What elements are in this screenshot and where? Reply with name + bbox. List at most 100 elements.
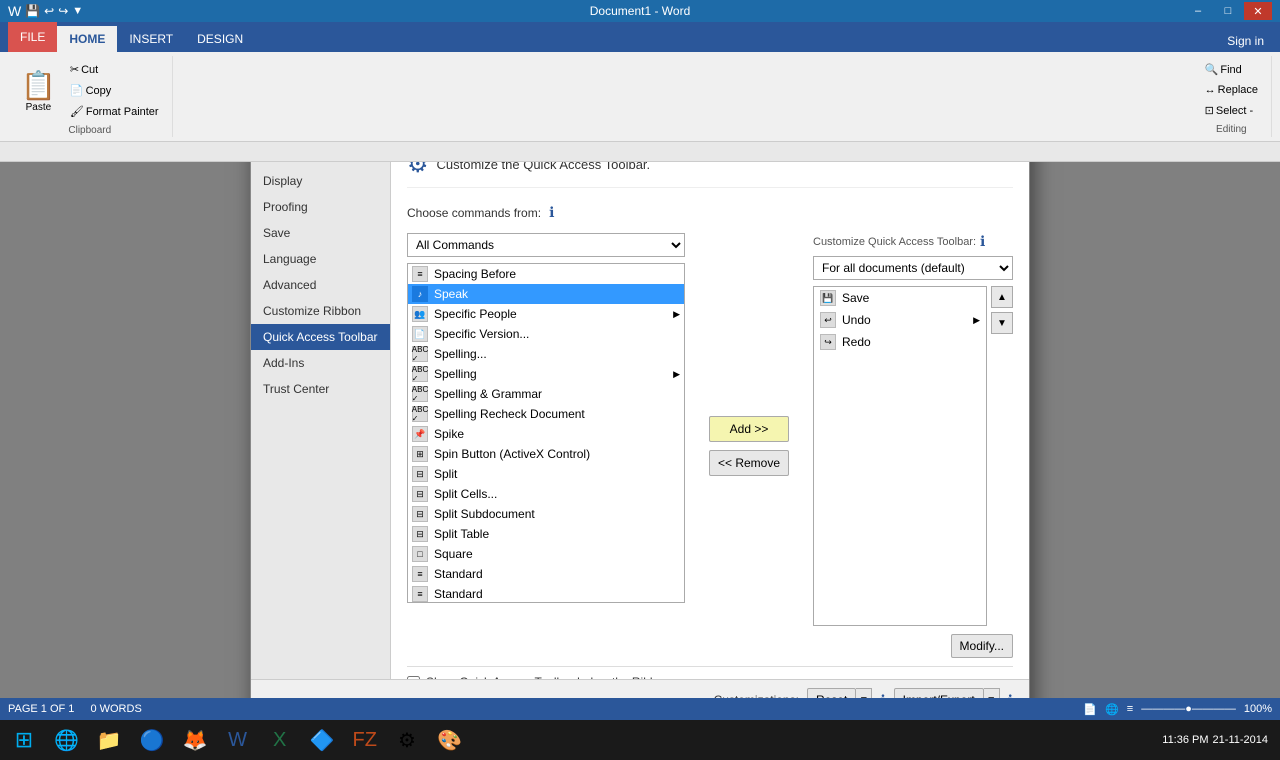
filezilla-icon: FZ — [353, 729, 377, 752]
redo-icon[interactable]: ↪ — [58, 4, 68, 18]
cmd-spin-button-icon: ⊞ — [412, 446, 428, 462]
cmd-spike[interactable]: 📌 Spike — [408, 424, 684, 444]
nav-quick-access-toolbar[interactable]: Quick Access Toolbar — [251, 324, 390, 350]
qa-save[interactable]: 💾 Save — [814, 287, 986, 309]
firefox-icon: 🦊 — [183, 728, 208, 753]
taskbar-excel[interactable]: X — [260, 722, 300, 758]
taskbar-app2[interactable]: ⚙ — [387, 722, 427, 758]
add-button[interactable]: Add >> — [709, 416, 789, 442]
view-icon-web[interactable]: 🌐 — [1105, 703, 1119, 716]
import-export-dropdown-arrow[interactable]: ▼ — [984, 688, 1000, 698]
word-taskbar-icon: W — [228, 729, 247, 752]
taskbar-app1[interactable]: 🔷 — [302, 722, 343, 758]
word-options-dialog: Word Options ? ✕ General Display Proofin… — [250, 162, 1030, 698]
remove-button[interactable]: << Remove — [709, 450, 789, 476]
nav-trust-center[interactable]: Trust Center — [251, 376, 390, 402]
move-up-button[interactable]: ▲ — [991, 286, 1013, 308]
cmd-speak[interactable]: ♪ Speak — [408, 284, 684, 304]
taskbar-app3[interactable]: 🎨 — [429, 722, 470, 758]
undo-icon[interactable]: ↩ — [44, 4, 54, 18]
taskbar-firefox[interactable]: 🦊 — [175, 722, 216, 758]
nav-customize-ribbon[interactable]: Customize Ribbon — [251, 298, 390, 324]
cmd-standard-1[interactable]: ≡ Standard — [408, 564, 684, 584]
sign-in-link[interactable]: Sign in — [1219, 30, 1272, 52]
qa-redo[interactable]: ↪ Redo — [814, 331, 986, 353]
choose-info-icon[interactable]: ℹ — [549, 204, 554, 221]
ribbon: 📋 Paste ✂ Cut 📄 Copy 🖌 Format Painter — [0, 52, 1280, 142]
cmd-split-table[interactable]: ⊟ Split Table — [408, 524, 684, 544]
view-icon-print[interactable]: 📄 — [1083, 703, 1097, 716]
commands-dropdown[interactable]: All Commands — [407, 233, 685, 257]
cmd-split-subdocument[interactable]: ⊟ Split Subdocument — [408, 504, 684, 524]
modify-button[interactable]: Modify... — [951, 634, 1013, 658]
minimize-button[interactable]: – — [1184, 2, 1212, 20]
editing-content: 🔍 Find ↔ Replace ⊡ Select - — [1200, 60, 1263, 120]
select-button[interactable]: ⊡ Select - — [1200, 101, 1263, 120]
reset-dropdown-arrow[interactable]: ▼ — [856, 688, 872, 698]
copy-icon: 📄 — [70, 84, 84, 97]
taskbar-word[interactable]: W — [218, 722, 258, 758]
cmd-square[interactable]: □ Square — [408, 544, 684, 564]
tab-file[interactable]: FILE — [8, 22, 57, 52]
restore-button[interactable]: □ — [1214, 2, 1242, 20]
taskbar-explorer[interactable]: 📁 — [89, 722, 130, 758]
tab-insert[interactable]: INSERT — [117, 26, 185, 52]
nav-save[interactable]: Save — [251, 220, 390, 246]
reset-button[interactable]: Reset — [807, 688, 856, 698]
cmd-specific-people-icon: 👥 — [412, 306, 428, 322]
cmd-spelling-dots[interactable]: ABC✓ Spelling... — [408, 344, 684, 364]
tab-home[interactable]: HOME — [57, 26, 117, 52]
explorer-icon: 📁 — [97, 728, 122, 753]
start-button[interactable]: ⊞ — [4, 722, 44, 758]
import-info-icon[interactable]: ℹ — [1008, 692, 1013, 699]
view-icon-outline[interactable]: ≡ — [1127, 703, 1133, 715]
cmd-spin-button[interactable]: ⊞ Spin Button (ActiveX Control) — [408, 444, 684, 464]
quick-save-icon[interactable]: 💾 — [25, 4, 40, 18]
title-bar: W 💾 ↩ ↪ ▼ Document1 - Word – □ ✕ — [0, 0, 1280, 22]
move-down-button[interactable]: ▼ — [991, 312, 1013, 334]
format-painter-button[interactable]: 🖌 Format Painter — [65, 102, 164, 121]
cmd-spelling-recheck-label: Spelling Recheck Document — [434, 407, 585, 421]
cmd-spelling-recheck-icon: ABC✓ — [412, 406, 428, 422]
cmd-specific-people[interactable]: 👥 Specific People — [408, 304, 684, 324]
qa-column: Customize Quick Access Toolbar: ℹ For al… — [813, 233, 1013, 658]
cmd-spin-button-label: Spin Button (ActiveX Control) — [434, 447, 590, 461]
tab-design[interactable]: DESIGN — [185, 26, 255, 52]
commands-column: All Commands ≡ Spacing Before — [407, 233, 685, 658]
nav-proofing[interactable]: Proofing — [251, 194, 390, 220]
nav-display[interactable]: Display — [251, 168, 390, 194]
close-button[interactable]: ✕ — [1244, 2, 1272, 20]
add-remove-buttons: Add >> << Remove — [701, 233, 797, 658]
replace-button[interactable]: ↔ Replace — [1200, 81, 1263, 99]
taskbar-chrome[interactable]: 🔵 — [132, 722, 173, 758]
cmd-standard-2-icon: ≡ — [412, 586, 428, 602]
cmd-split[interactable]: ⊟ Split — [408, 464, 684, 484]
cmd-split-cells[interactable]: ⊟ Split Cells... — [408, 484, 684, 504]
import-export-button[interactable]: Import/Export — [894, 688, 984, 698]
cmd-specific-version[interactable]: 📄 Specific Version... — [408, 324, 684, 344]
reset-info-icon[interactable]: ℹ — [880, 692, 885, 699]
nav-language[interactable]: Language — [251, 246, 390, 272]
cut-button[interactable]: ✂ Cut — [65, 60, 164, 79]
qa-undo-label: Undo — [842, 313, 871, 327]
qa-undo-arrow: ▶ — [973, 315, 980, 326]
find-button[interactable]: 🔍 Find — [1200, 60, 1263, 79]
taskbar-ie[interactable]: 🌐 — [46, 722, 87, 758]
paste-button[interactable]: 📋 Paste — [16, 64, 61, 118]
customize-info-icon[interactable]: ℹ — [980, 233, 985, 250]
cmd-spelling-recheck[interactable]: ABC✓ Spelling Recheck Document — [408, 404, 684, 424]
nav-add-ins[interactable]: Add-Ins — [251, 350, 390, 376]
qa-undo[interactable]: ↩ Undo ▶ — [814, 309, 986, 331]
zoom-slider[interactable]: ————●———— — [1141, 703, 1236, 715]
toolbar-dropdown[interactable]: For all documents (default) — [813, 256, 1013, 280]
cmd-standard-2[interactable]: ≡ Standard — [408, 584, 684, 603]
nav-advanced[interactable]: Advanced — [251, 272, 390, 298]
cmd-spelling-arrow[interactable]: ABC✓ Spelling — [408, 364, 684, 384]
choose-label: Choose commands from: — [407, 206, 541, 220]
customize-icon[interactable]: ▼ — [72, 5, 83, 17]
cmd-spacing-before[interactable]: ≡ Spacing Before — [408, 264, 684, 284]
copy-button[interactable]: 📄 Copy — [65, 81, 164, 100]
cmd-spelling-grammar[interactable]: ABC✓ Spelling & Grammar — [408, 384, 684, 404]
taskbar-filezilla[interactable]: FZ — [345, 722, 385, 758]
zoom-level: 100% — [1244, 703, 1272, 715]
